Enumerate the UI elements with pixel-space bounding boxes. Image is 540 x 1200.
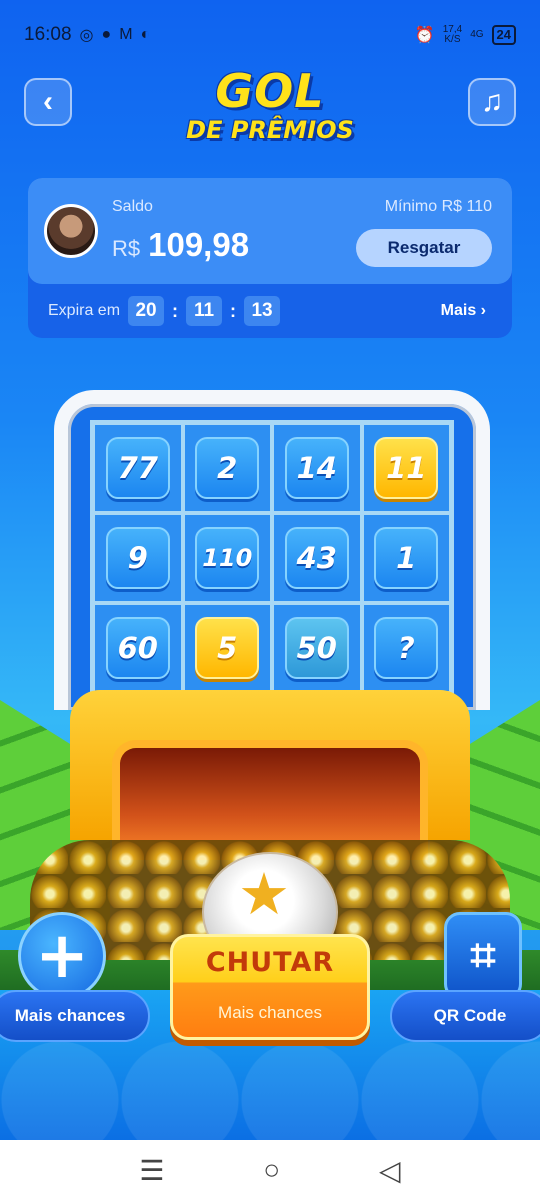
grid-cell: 110 xyxy=(182,513,272,603)
app-icon: ◐ xyxy=(140,26,151,43)
kick-label: CHUTAR xyxy=(205,947,335,978)
balance-amount: 109,98 xyxy=(148,226,250,263)
system-nav-bar: ☰ ○ ◁ xyxy=(0,1140,540,1200)
grid-cell: 43 xyxy=(272,513,362,603)
bottom-decoration xyxy=(0,1040,540,1140)
grid-cell: 1 xyxy=(361,513,451,603)
more-chances-button[interactable]: Mais chances xyxy=(0,990,150,1042)
grid-cell: 9 xyxy=(93,513,183,603)
more-link[interactable]: Mais › xyxy=(441,302,486,320)
grid-cell: 14 xyxy=(272,423,362,513)
status-left: 16:08 ◎ ● M ◐ xyxy=(24,24,150,46)
status-right: ⏰ 17,4 K/S 4G 24 xyxy=(415,25,516,45)
chat-icon: ● xyxy=(101,26,112,43)
prize-tile-highlighted[interactable]: 11 xyxy=(374,437,439,499)
music-button[interactable]: ♫ xyxy=(468,78,516,126)
expire-timer: Expira em 20 : 11 : 13 xyxy=(48,296,281,326)
prize-tile[interactable]: 110 xyxy=(195,527,260,589)
music-note-icon: ♫ xyxy=(480,85,504,118)
timer-seconds: 13 xyxy=(244,296,281,326)
minimum-label: Mínimo R$ 110 xyxy=(384,198,492,215)
back-triangle-icon[interactable]: ◁ xyxy=(379,1154,401,1187)
balance-card: Saldo R$ 109,98 Mínimo R$ 110 Resgatar E… xyxy=(28,178,512,338)
menu-icon[interactable]: ☰ xyxy=(139,1154,164,1187)
game-logo: GOL DE PRÊMIOS xyxy=(150,66,390,144)
mystery-tile[interactable]: ? xyxy=(374,617,439,679)
prize-tile[interactable]: 50 xyxy=(284,617,349,679)
qr-code-button[interactable]: QR Code xyxy=(390,990,540,1042)
grid-cell: 50 xyxy=(272,603,362,693)
redeem-button[interactable]: Resgatar xyxy=(356,229,492,267)
prize-tile[interactable]: 43 xyxy=(284,527,349,589)
grid-cell: 60 xyxy=(93,603,183,693)
timer-colon: : xyxy=(230,300,237,321)
balance-currency: R$ xyxy=(112,236,141,261)
home-icon[interactable]: ○ xyxy=(263,1154,280,1186)
grid-cell: 77 xyxy=(93,423,183,513)
prize-tile-highlighted[interactable]: 5 xyxy=(195,617,260,679)
status-bar: 16:08 ◎ ● M ◐ ⏰ 17,4 K/S 4G 24 xyxy=(0,0,540,70)
clock: 16:08 xyxy=(24,24,72,45)
grid-cell: 11 xyxy=(361,423,451,513)
gmail-icon: M xyxy=(119,26,133,43)
logo-line-1: GOL xyxy=(215,64,325,118)
alarm-icon: ⏰ xyxy=(414,27,435,44)
more-label: Mais xyxy=(440,302,477,319)
balance-value: R$ 109,98 xyxy=(112,226,249,264)
grid-cell: 5 xyxy=(182,603,272,693)
battery-icon: 24 xyxy=(491,25,516,45)
network-type: 4G xyxy=(470,29,484,40)
back-button[interactable]: ‹ xyxy=(24,78,72,126)
whatsapp-icon: ◎ xyxy=(79,27,94,44)
grid-cell: ? xyxy=(361,603,451,693)
chevron-right-icon: › xyxy=(480,302,486,319)
prize-tile[interactable]: 9 xyxy=(105,527,170,589)
qr-code-icon[interactable]: ⌗ xyxy=(444,912,522,1000)
kick-sub-label: Mais chances xyxy=(218,1003,322,1022)
grid-cell: 2 xyxy=(182,423,272,513)
prize-tile[interactable]: 60 xyxy=(105,617,170,679)
timer-hours: 20 xyxy=(128,296,165,326)
prize-tile[interactable]: 77 xyxy=(105,437,170,499)
expire-label: Expira em xyxy=(48,302,121,319)
balance-panel: Saldo R$ 109,98 Mínimo R$ 110 Resgatar xyxy=(28,178,512,284)
net-speed: 17,4 K/S xyxy=(443,25,462,45)
timer-colon: : xyxy=(172,300,179,321)
logo-line-2: DE PRÊMIOS xyxy=(186,116,354,144)
net-speed-unit: K/S xyxy=(444,34,461,45)
prize-tile[interactable]: 1 xyxy=(374,527,439,589)
prize-tile[interactable]: 14 xyxy=(284,437,349,499)
kick-button[interactable]: CHUTAR Mais chances xyxy=(170,934,370,1040)
prize-tile[interactable]: 2 xyxy=(195,437,260,499)
plus-icon[interactable]: + xyxy=(18,912,106,1000)
chevron-left-icon: ‹ xyxy=(43,85,53,118)
star-icon: ★ xyxy=(238,860,290,928)
avatar xyxy=(44,204,98,258)
timer-minutes: 11 xyxy=(186,296,223,326)
balance-label: Saldo xyxy=(112,198,153,215)
prize-grid: 77 2 14 11 9 110 43 1 60 5 50 ? xyxy=(90,420,454,696)
